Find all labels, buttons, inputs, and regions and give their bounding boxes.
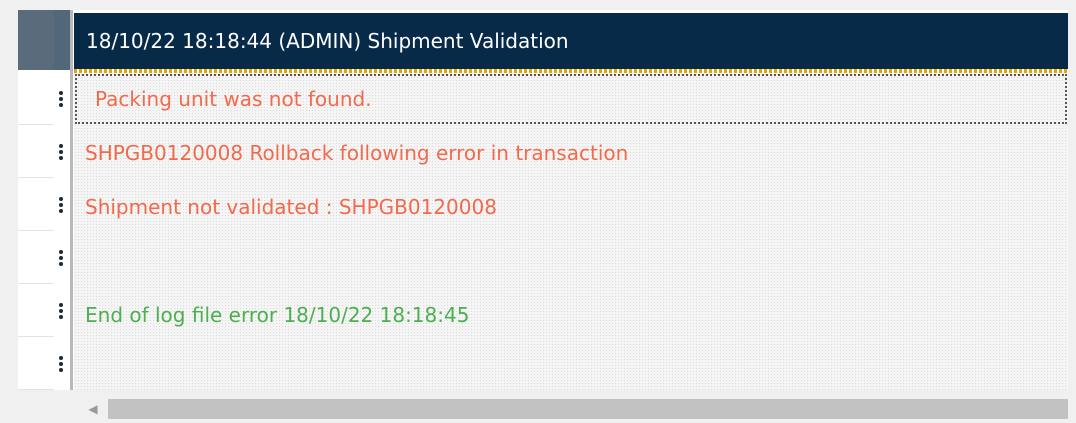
log-header-title: 18/10/22 18:18:44 (ADMIN) Shipment Valid… xyxy=(74,13,1068,69)
vertical-dots-icon[interactable] xyxy=(57,90,65,110)
vertical-dots-icon[interactable] xyxy=(57,302,65,322)
log-list[interactable]: Packing unit was not found. SHPGB0120008… xyxy=(74,73,1068,390)
log-row-error[interactable]: Shipment not validated : SHPGB0120008 xyxy=(74,181,1068,233)
row-handle-column xyxy=(54,10,70,390)
row-selector-cell[interactable] xyxy=(18,284,54,337)
log-row-empty[interactable] xyxy=(74,343,1068,395)
vertical-dots-icon[interactable] xyxy=(57,355,65,375)
row-handle-header xyxy=(54,10,70,70)
vertical-dots-icon[interactable] xyxy=(57,196,65,216)
horizontal-scrollbar[interactable]: ◀ xyxy=(18,398,1068,420)
vertical-dots-icon[interactable] xyxy=(57,143,65,163)
column-divider xyxy=(70,10,73,390)
vertical-dots-icon[interactable] xyxy=(57,249,65,269)
row-selector-cell[interactable] xyxy=(18,125,54,178)
log-row-error[interactable]: Packing unit was not found. xyxy=(74,73,1068,125)
row-selector-header xyxy=(18,10,54,70)
scrollbar-thumb[interactable] xyxy=(108,399,1068,419)
row-selector-column xyxy=(18,10,54,390)
row-selector-cell[interactable] xyxy=(18,231,54,284)
row-selector-cell[interactable] xyxy=(18,70,54,125)
log-row-success[interactable]: End of log file error 18/10/22 18:18:45 xyxy=(74,289,1068,341)
log-panel: 18/10/22 18:18:44 (ADMIN) Shipment Valid… xyxy=(18,10,1068,390)
row-selector-cell[interactable] xyxy=(18,178,54,231)
row-selector-cell[interactable] xyxy=(18,337,54,390)
log-row-error[interactable]: SHPGB0120008 Rollback following error in… xyxy=(74,127,1068,179)
log-row-empty[interactable] xyxy=(74,235,1068,287)
caret-left-icon[interactable]: ◀ xyxy=(84,400,102,418)
